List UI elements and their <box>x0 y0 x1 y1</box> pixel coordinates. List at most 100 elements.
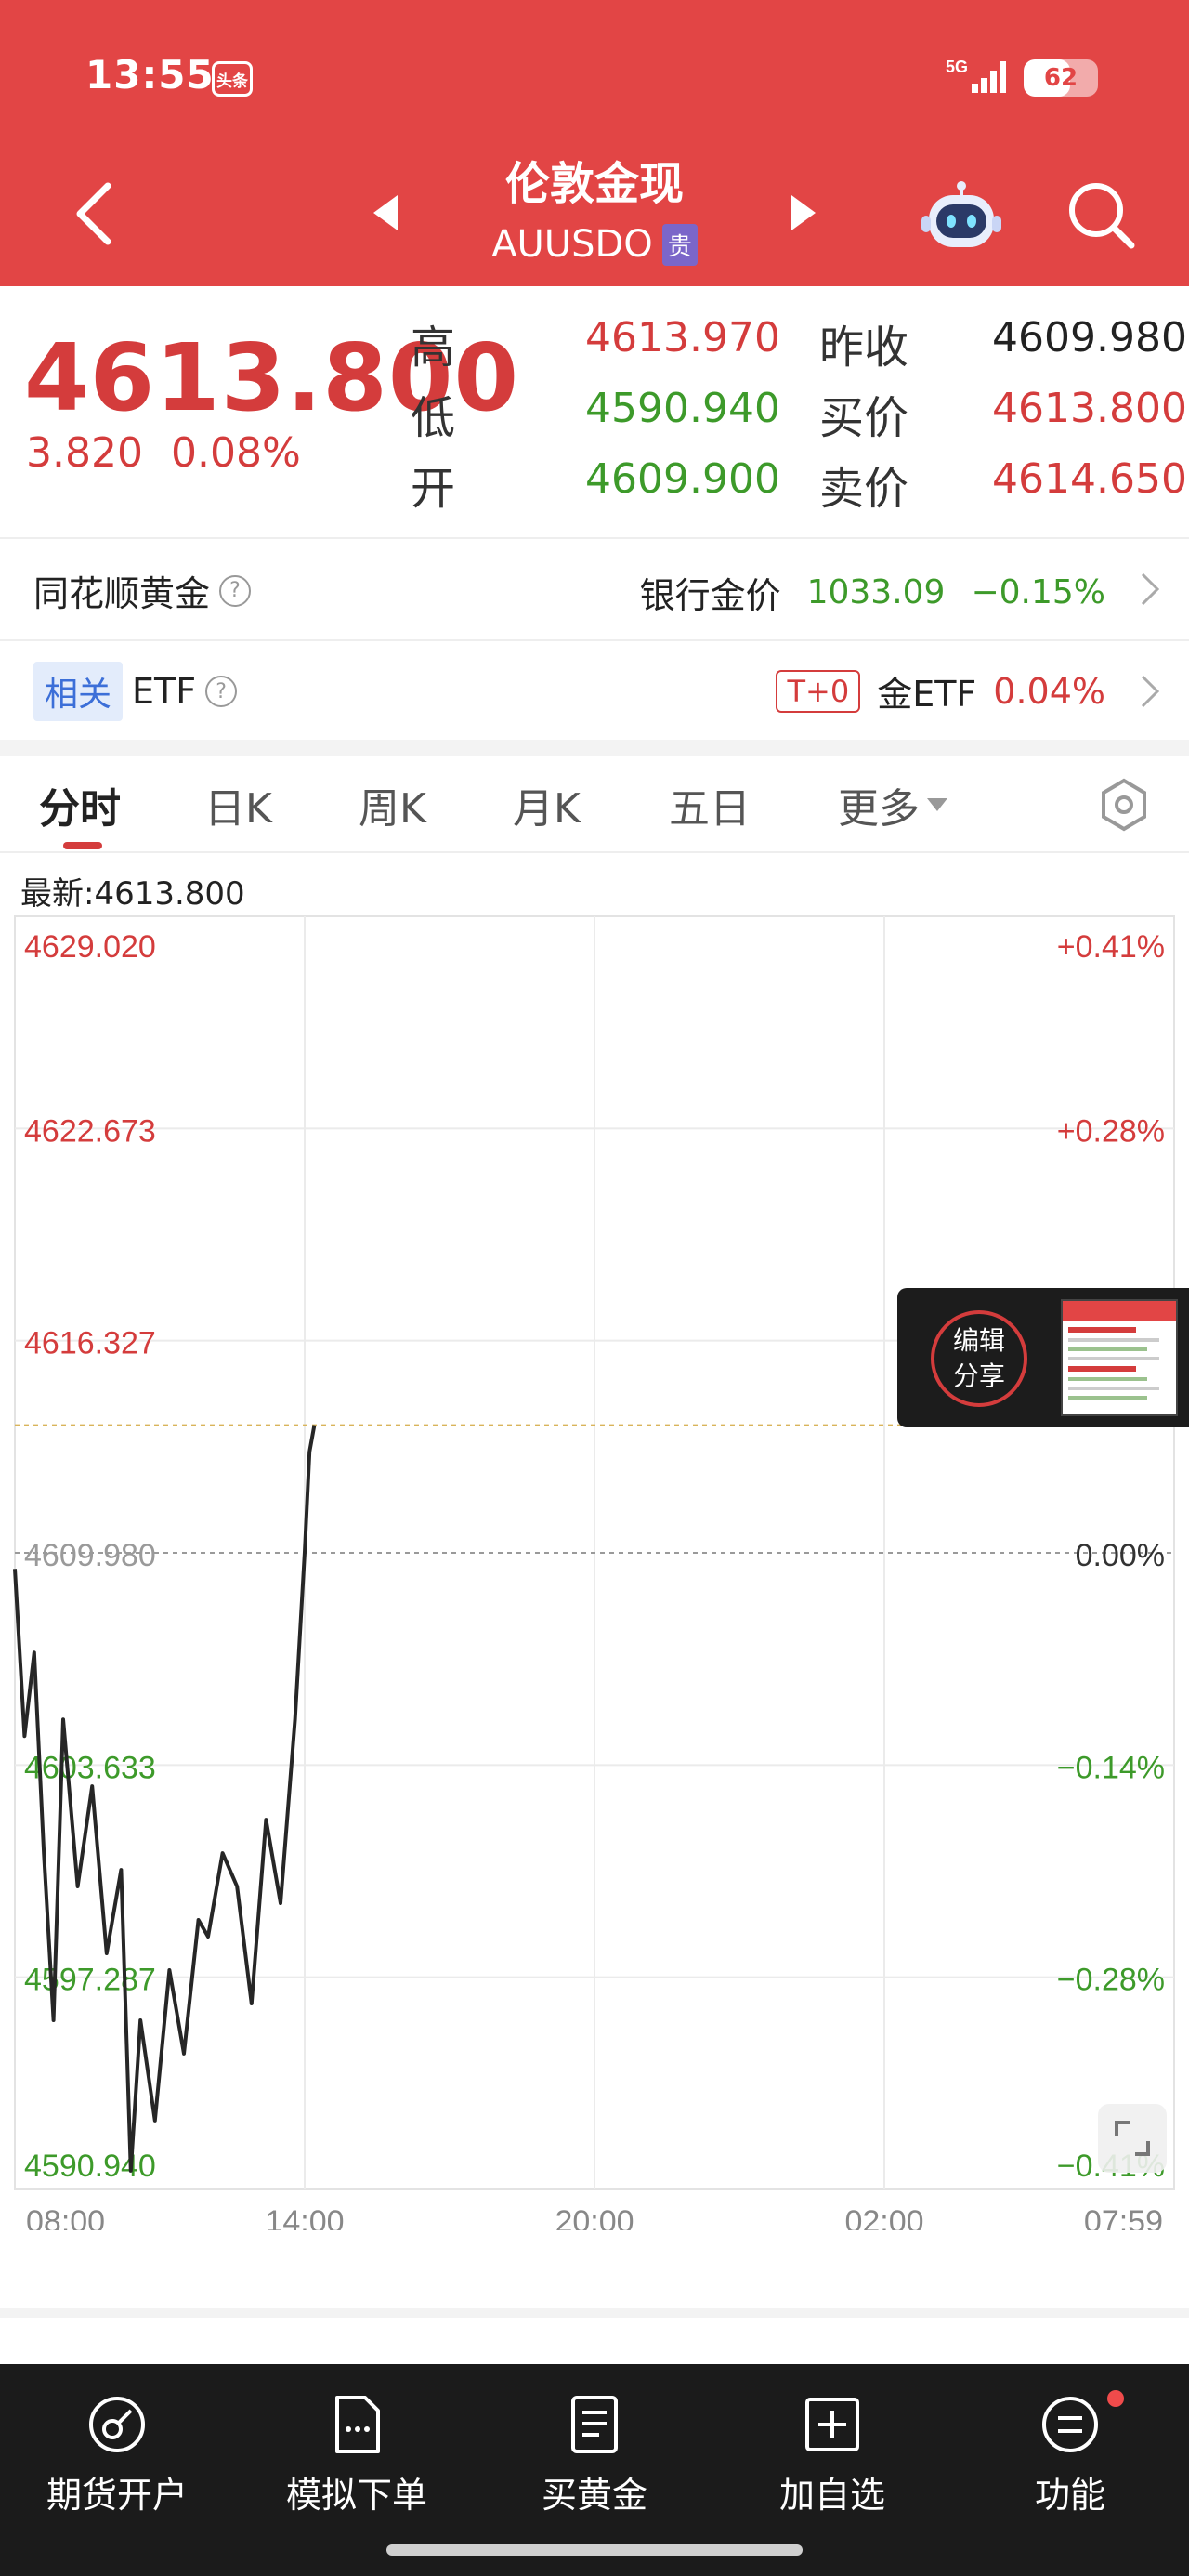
price-change: 3.820 <box>26 429 143 477</box>
high-label: 高 <box>411 322 456 374</box>
active-tab-indicator <box>63 842 102 849</box>
buy-gold-button[interactable]: 买黄金 <box>492 2392 697 2517</box>
back-arrow-icon[interactable] <box>67 177 123 251</box>
low-label: 低 <box>411 392 456 444</box>
simulated-order-label: 模拟下单 <box>285 2475 427 2516</box>
price-change-row: 3.820 0.08% <box>26 429 301 477</box>
price-line <box>13 1425 317 2173</box>
x-tick-label: 02:00 <box>844 2204 923 2230</box>
y-tick-label: 4616.327 <box>24 1326 156 1361</box>
buy-gold-label: 买黄金 <box>541 2475 647 2516</box>
quote-panel: 4613.800 3.820 0.08% 高 低 开 4613.970 4590… <box>0 286 1189 537</box>
page-title: 伦敦金现 <box>504 158 684 210</box>
related-etf-row[interactable]: 相关 ETF ? T+0 金ETF 0.04% <box>0 641 1189 740</box>
previous-instrument-icon[interactable] <box>370 193 401 232</box>
bank-gold-label: 银行金价 <box>639 575 781 616</box>
gold-etf-name: 金ETF <box>877 674 977 715</box>
dropdown-triangle-icon <box>927 798 947 811</box>
low-value: 4590.940 <box>585 385 780 432</box>
tab-weekly-k[interactable]: 周K <box>359 775 426 835</box>
etf-label: ETF <box>132 671 197 712</box>
y-tick-percent-label: +0.28% <box>1057 1113 1165 1149</box>
tab-more[interactable]: 更多 <box>838 775 949 835</box>
tab-more-label: 更多 <box>838 785 920 833</box>
chart-period-tabs: 分时 日K 周K 月K 五日 更多 <box>0 756 1189 853</box>
futures-account-button[interactable]: 期货开户 <box>15 2392 219 2517</box>
x-tick-label: 14:00 <box>265 2204 344 2230</box>
news-app-icon: 头条 <box>212 61 253 97</box>
ths-gold-row[interactable]: 同花顺黄金 ? 银行金价 1033.09 −0.15% <box>0 539 1189 639</box>
bank-gold-price: 1033.09 <box>806 573 946 611</box>
add-watchlist-label: 加自选 <box>778 2475 885 2516</box>
chevron-right-icon <box>1141 572 1160 606</box>
add-watchlist-button[interactable]: 加自选 <box>730 2392 934 2517</box>
ths-gold-title: 同花顺黄金 ? <box>33 565 252 616</box>
y-tick-label: 4597.287 <box>24 1963 156 1998</box>
gold-etf-change: 0.04% <box>993 670 1105 712</box>
tab-intraday[interactable]: 分时 <box>39 775 121 835</box>
share-label: 分享 <box>952 1360 1005 1391</box>
help-icon[interactable]: ? <box>205 676 238 707</box>
y-tick-percent-label: −0.28% <box>1057 1963 1165 1998</box>
signal-icon: 5G <box>946 58 1006 93</box>
y-tick-label: 4609.980 <box>24 1538 156 1573</box>
x-tick-label: 07:59 <box>1084 2204 1163 2230</box>
edit-share-button[interactable]: 编辑 分享 <box>931 1310 1027 1407</box>
edit-label: 编辑 <box>952 1325 1005 1356</box>
add-watchlist-icon <box>805 2398 859 2451</box>
home-indicator[interactable] <box>386 2544 803 2556</box>
content-peek <box>0 2323 1189 2364</box>
prev-close-value: 4609.980 <box>992 314 1187 361</box>
tab-five-day[interactable]: 五日 <box>669 775 751 835</box>
functions-label: 功能 <box>1034 2475 1105 2516</box>
symbol-code: AUUSDO <box>491 223 653 266</box>
section-gap <box>0 2308 1189 2318</box>
ths-gold-label: 同花顺黄金 <box>33 573 211 614</box>
precious-metal-badge: 贵 <box>661 223 698 266</box>
section-gap <box>0 740 1189 756</box>
edit-share-popup[interactable]: 编辑 分享 <box>897 1288 1189 1427</box>
tab-monthly-k[interactable]: 月K <box>513 775 581 835</box>
simulated-order-button[interactable]: 模拟下单 <box>255 2392 459 2517</box>
battery-level: 62 <box>1043 64 1078 92</box>
tab-daily-k[interactable]: 日K <box>204 775 272 835</box>
y-tick-percent-label: +0.41% <box>1057 929 1165 965</box>
status-time: 13:55 <box>85 52 215 98</box>
fullscreen-expand-icon[interactable] <box>1098 2104 1167 2173</box>
next-instrument-icon[interactable] <box>788 193 819 232</box>
t0-badge: T+0 <box>776 669 861 713</box>
help-icon[interactable]: ? <box>219 574 252 607</box>
chevron-right-icon <box>1141 675 1160 708</box>
y-tick-label: 4622.673 <box>24 1113 156 1149</box>
chart-settings-hexagon-icon[interactable] <box>1096 777 1152 833</box>
prev-close-label: 昨收 <box>819 322 909 374</box>
buy-gold-icon <box>571 2396 618 2453</box>
battery-icon: 62 <box>1024 59 1098 97</box>
symbol-row: AUUSDO 贵 <box>409 223 780 266</box>
functions-icon <box>1042 2397 1098 2452</box>
screenshot-thumbnail[interactable] <box>1061 1299 1178 1416</box>
functions-button[interactable]: 功能 <box>968 2392 1172 2517</box>
app-header: 13:55 头条 5G 62 伦敦金现 AUUSDO 贵 <box>0 0 1189 286</box>
search-icon[interactable] <box>1065 178 1139 253</box>
intraday-chart[interactable]: 4629.020+0.41%4622.673+0.28%4616.327+0.1… <box>0 911 1189 2230</box>
simulated-order-icon <box>335 2396 380 2453</box>
open-value: 4609.900 <box>585 455 780 503</box>
futures-account-label: 期货开户 <box>46 2475 188 2516</box>
ask-label: 卖价 <box>819 463 909 515</box>
high-value: 4613.970 <box>585 314 780 361</box>
ai-assistant-robot-icon[interactable] <box>920 173 1003 256</box>
related-badge: 相关 <box>33 662 124 721</box>
ask-value: 4614.650 <box>992 455 1187 503</box>
bank-gold-info: 银行金价 1033.09 −0.15% <box>640 567 1105 618</box>
x-tick-label: 08:00 <box>26 2204 105 2230</box>
futures-account-icon <box>89 2397 145 2452</box>
y-tick-percent-label: 0.00% <box>1076 1538 1165 1573</box>
price-change-percent: 0.08% <box>170 429 301 477</box>
bid-label: 买价 <box>819 392 909 444</box>
gold-etf-info: T+0 金ETF 0.04% <box>776 665 1105 716</box>
bid-value: 4613.800 <box>992 385 1187 432</box>
open-label: 开 <box>411 463 456 515</box>
bank-gold-change: −0.15% <box>971 573 1105 611</box>
y-tick-percent-label: −0.14% <box>1057 1750 1165 1785</box>
